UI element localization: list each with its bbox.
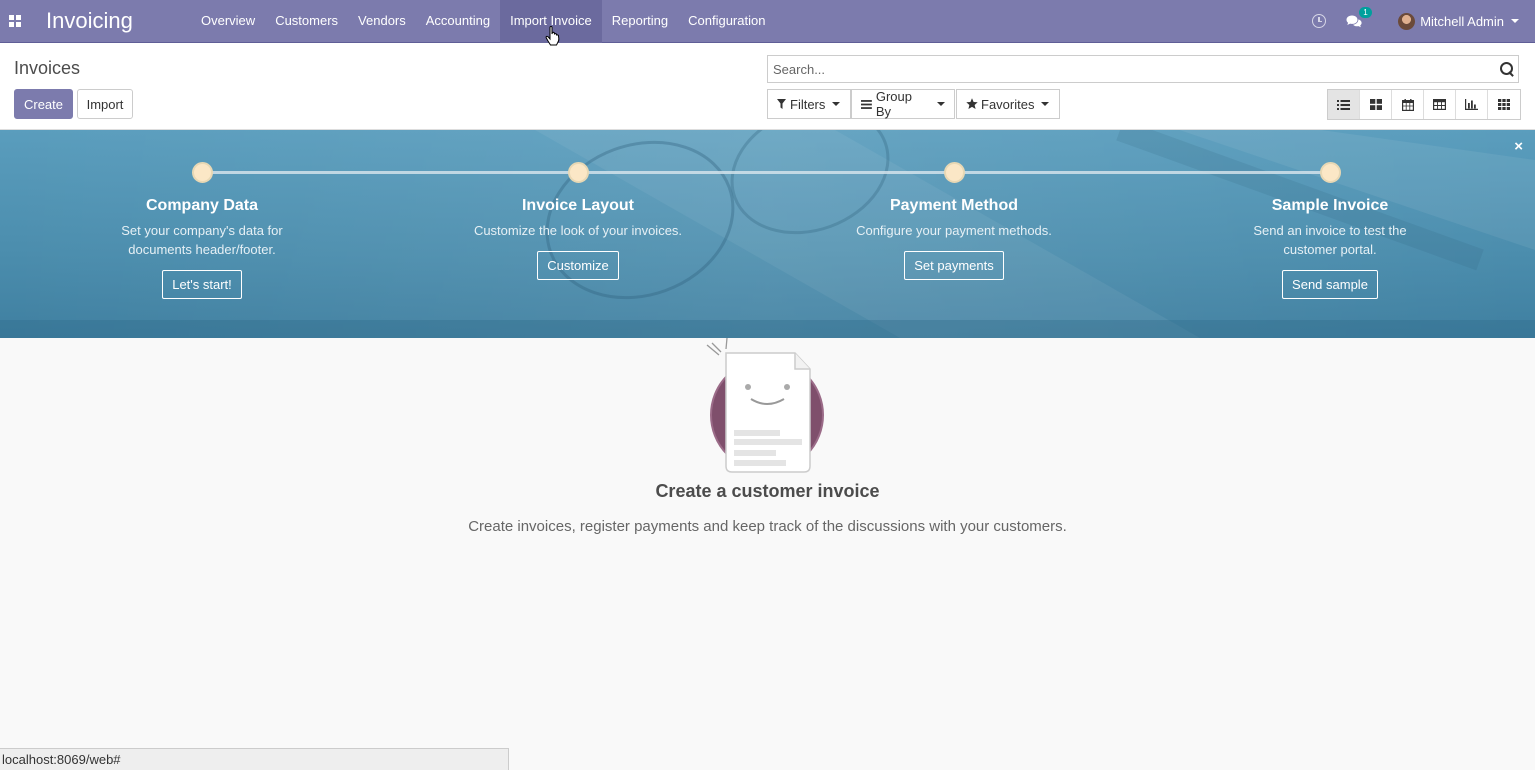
view-switcher (1327, 89, 1521, 120)
send-sample-button[interactable]: Send sample (1282, 270, 1378, 299)
step-title: Company Data (145, 197, 259, 214)
chevron-down-icon (832, 102, 841, 106)
list-view-button[interactable] (1328, 90, 1360, 119)
chat-counter-badge: 1 (1359, 6, 1372, 18)
close-icon[interactable]: × (1514, 138, 1523, 155)
pivot-view-icon (1433, 99, 1446, 110)
app-brand[interactable]: Invoicing (46, 8, 191, 34)
menu-vendors[interactable]: Vendors (348, 0, 416, 43)
page-title: Invoices (14, 58, 81, 78)
step-indicator (944, 162, 965, 183)
set-payments-button[interactable]: Set payments (904, 251, 1004, 280)
graph-view-icon (1465, 99, 1478, 110)
search-bar (767, 55, 1519, 83)
chevron-down-icon (937, 102, 945, 106)
lets-start-button[interactable]: Let's start! (162, 270, 242, 299)
progress-track (202, 171, 1330, 174)
create-button[interactable]: Create (14, 89, 73, 119)
activity-clock-icon[interactable] (1312, 14, 1327, 28)
menu-customers[interactable]: Customers (265, 0, 348, 43)
bars-icon (861, 99, 872, 109)
user-menu[interactable]: Mitchell Admin (1398, 12, 1519, 30)
hand-cursor-icon (545, 26, 560, 46)
messaging-menu[interactable]: 1 (1346, 6, 1372, 28)
smiling-document-icon (706, 338, 824, 473)
step-sample-invoice: Sample Invoice Send an invoice to test t… (1210, 197, 1450, 299)
navbar-systray: 1 Mitchell Admin (1312, 0, 1535, 43)
user-name: Mitchell Admin (1420, 13, 1504, 29)
main-menu: Overview Customers Vendors Accounting Im… (191, 0, 775, 43)
empty-state-text: Create invoices, register payments and k… (468, 518, 1067, 535)
menu-reporting[interactable]: Reporting (602, 0, 678, 43)
favorites-dropdown[interactable]: Favorites (956, 89, 1060, 119)
search-icon[interactable] (1500, 62, 1514, 76)
step-invoice-layout: Invoice Layout Customize the look of you… (458, 197, 698, 280)
empty-state-title: Create a customer invoice (655, 481, 880, 501)
filter-icon (777, 99, 786, 109)
graph-view-button[interactable] (1456, 90, 1488, 119)
calendar-view-icon (1401, 98, 1414, 111)
grid-view-icon (1498, 99, 1510, 110)
favorites-label: Favorites (981, 96, 1035, 112)
browser-status-bar: localhost:8069/web# (0, 748, 509, 770)
group-by-label: Group By (875, 89, 912, 119)
onboarding-banner: Company Data Set your company's data for… (0, 130, 1535, 338)
apps-menu-icon[interactable] (1, 0, 29, 43)
step-company-data: Company Data Set your company's data for… (82, 197, 322, 299)
avatar (1398, 12, 1416, 30)
step-description: Send an invoice to test the customer por… (1253, 223, 1407, 257)
grid-view-button[interactable] (1488, 90, 1520, 119)
kanban-view-icon (1369, 99, 1382, 110)
menu-accounting[interactable]: Accounting (416, 0, 500, 43)
step-description: Customize the look of your invoices. (473, 223, 683, 238)
step-description: Set your company's data for documents he… (121, 223, 283, 257)
top-navbar: Invoicing Overview Customers Vendors Acc… (0, 0, 1535, 43)
chevron-down-icon (1511, 19, 1519, 23)
import-button[interactable]: Import (77, 89, 133, 119)
filters-dropdown[interactable]: Filters (767, 89, 851, 119)
star-icon (966, 98, 978, 109)
step-description: Configure your payment methods. (856, 223, 1052, 238)
step-indicator (568, 162, 589, 183)
calendar-view-button[interactable] (1392, 90, 1424, 119)
step-payment-method: Payment Method Configure your payment me… (834, 197, 1074, 280)
search-input[interactable] (768, 56, 1488, 82)
step-indicator (1320, 162, 1341, 183)
menu-configuration[interactable]: Configuration (678, 0, 775, 43)
pivot-view-button[interactable] (1424, 90, 1456, 119)
step-title: Invoice Layout (521, 197, 635, 214)
step-title: Sample Invoice (1271, 197, 1389, 214)
chevron-down-icon (1041, 102, 1050, 106)
customize-button[interactable]: Customize (537, 251, 619, 280)
menu-overview[interactable]: Overview (191, 0, 265, 43)
step-title: Payment Method (889, 197, 1018, 214)
list-view-icon (1337, 99, 1350, 110)
control-panel: Invoices Create Import Filters Group By … (0, 43, 1535, 130)
step-indicator (192, 162, 213, 183)
kanban-view-button[interactable] (1360, 90, 1392, 119)
filters-label: Filters (790, 96, 826, 112)
group-by-dropdown[interactable]: Group By (851, 89, 955, 119)
